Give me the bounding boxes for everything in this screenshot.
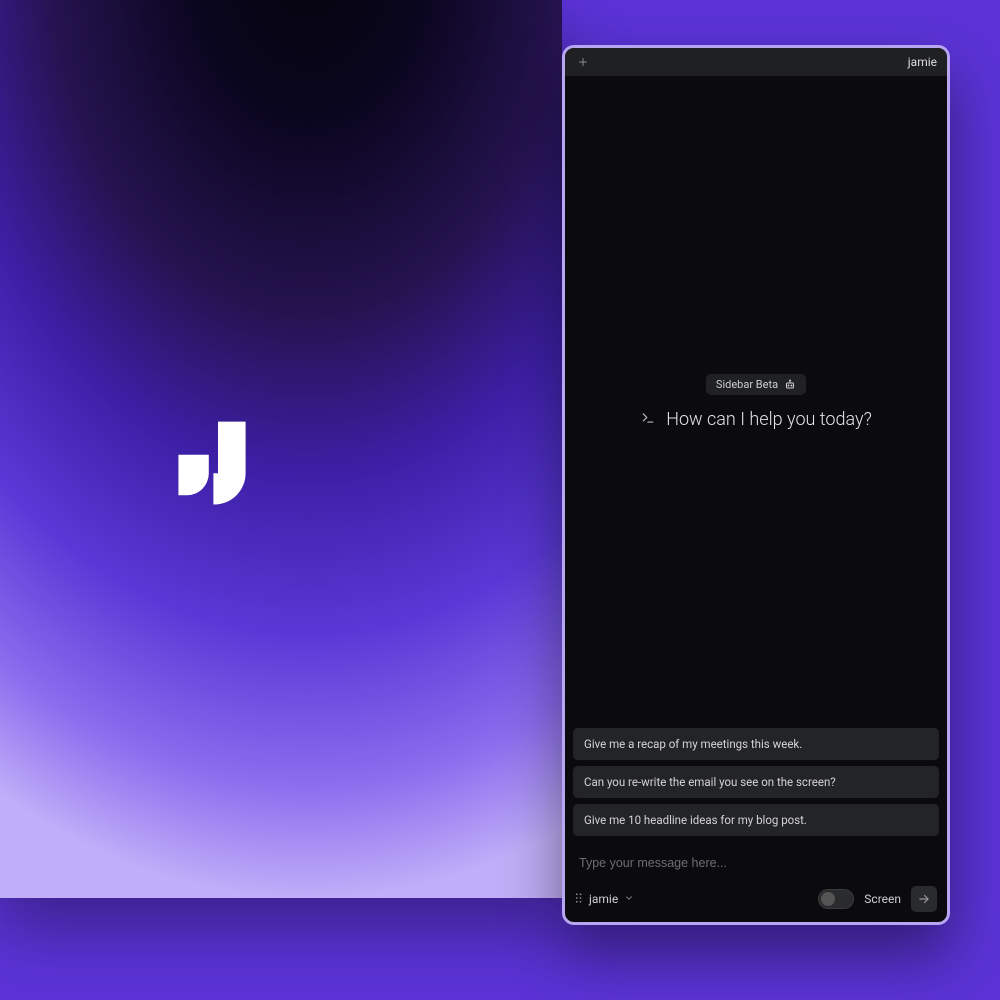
desktop-wallpaper xyxy=(0,0,562,898)
composer: jamie Screen xyxy=(565,844,947,922)
new-chat-button[interactable] xyxy=(575,54,591,70)
chat-main: Sidebar Beta How can xyxy=(565,76,947,728)
app-title: jamie xyxy=(908,55,937,69)
suggestion-item[interactable]: Can you re-write the email you see on th… xyxy=(573,766,939,798)
titlebar: jamie xyxy=(565,48,947,76)
sidebar-inner: jamie Sidebar Beta xyxy=(565,48,947,922)
jamie-logo xyxy=(172,418,264,510)
suggestion-item[interactable]: Give me a recap of my meetings this week… xyxy=(573,728,939,760)
greeting-text: How can I help you today? xyxy=(666,409,872,430)
model-picker[interactable]: jamie xyxy=(575,892,634,907)
beta-badge: Sidebar Beta xyxy=(706,374,806,395)
chevron-down-icon xyxy=(624,892,634,906)
screen-toggle[interactable] xyxy=(818,889,854,909)
send-button[interactable] xyxy=(911,886,937,912)
composer-right-controls: Screen xyxy=(818,886,937,912)
terminal-prompt-icon xyxy=(640,410,656,429)
beta-badge-label: Sidebar Beta xyxy=(716,378,778,391)
bot-icon xyxy=(784,379,796,391)
toggle-knob xyxy=(821,892,835,906)
screen-toggle-label: Screen xyxy=(864,892,901,906)
message-input[interactable] xyxy=(575,850,937,876)
suggestion-item[interactable]: Give me 10 headline ideas for my blog po… xyxy=(573,804,939,836)
grip-icon xyxy=(575,892,583,907)
composer-bottom-row: jamie Screen xyxy=(575,886,937,912)
sidebar-window: jamie Sidebar Beta xyxy=(562,45,950,925)
greeting: How can I help you today? xyxy=(640,409,872,430)
model-name: jamie xyxy=(589,892,618,906)
suggestion-list: Give me a recap of my meetings this week… xyxy=(565,728,947,844)
